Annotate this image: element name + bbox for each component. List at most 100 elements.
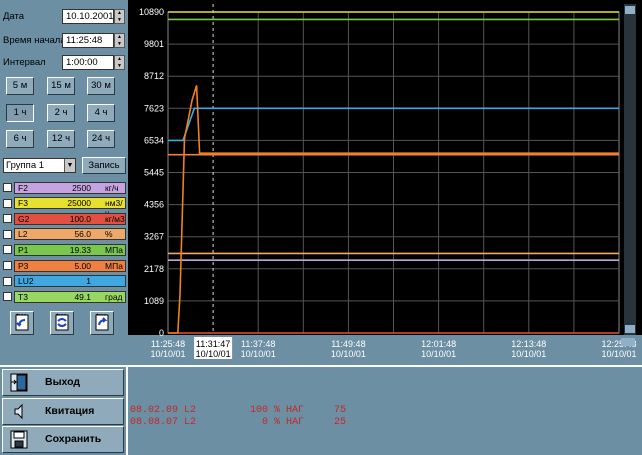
parameter-value: 25000 — [67, 198, 91, 209]
time-scale-button[interactable]: 12 ч — [47, 130, 75, 148]
parameter-checkbox[interactable] — [3, 229, 12, 239]
exit-door-icon — [10, 373, 28, 392]
scrollbar-thumb-top[interactable] — [625, 6, 635, 14]
y-tick-label: 9801 — [144, 39, 164, 49]
parameter-bar[interactable]: F2 2500 кг/ч — [14, 181, 126, 194]
parameter-bar[interactable]: LU2 1 — [14, 275, 126, 288]
x-tick-date: 10/10/01 — [196, 349, 231, 359]
parameter-unit: % — [105, 229, 113, 240]
group-select-value: Группа 1 — [6, 160, 45, 171]
x-tick-date: 10/10/01 — [421, 349, 456, 359]
parameter-row: T3 49.1 град — [3, 290, 126, 303]
x-tick-time: 11:25:48 — [151, 339, 185, 349]
y-tick-label: 10890 — [139, 7, 164, 17]
y-tick-label: 4356 — [144, 200, 164, 210]
page-forward-button[interactable] — [90, 311, 114, 335]
parameter-name: T3 — [18, 291, 28, 302]
time-scale-button[interactable]: 2 ч — [47, 104, 75, 122]
trend-chart: 0 1089 2178 3267 4356 5445 6534 7623 8712 9801 108… — [128, 0, 642, 365]
record-button[interactable]: Запись — [82, 157, 126, 174]
parameter-bar[interactable]: P1 19.33 МПа — [14, 243, 126, 256]
scrollbar-thumb-bottom[interactable] — [625, 325, 635, 333]
y-tick-label: 6534 — [144, 135, 164, 145]
parameter-checkbox[interactable] — [3, 198, 12, 208]
parameter-unit: МПа — [105, 260, 123, 271]
x-tick-time: 11:37:48 — [241, 339, 275, 349]
parameter-unit: МПа — [105, 244, 123, 255]
page-back-icon — [15, 313, 29, 331]
parameter-name: F3 — [18, 198, 28, 209]
parameter-name: L2 — [18, 229, 28, 240]
y-tick-label: 3267 — [144, 232, 164, 242]
parameter-bar[interactable]: F325000нм3/ч — [14, 197, 126, 218]
parameter-bar[interactable]: T3 49.1 град — [14, 290, 126, 303]
parameter-row: L2 56.0% — [3, 228, 126, 241]
parameter-bar[interactable]: P3 5.00 МПа — [14, 259, 126, 272]
parameter-value: 49.1 — [74, 291, 91, 302]
spin-down-icon[interactable]: ▼ — [115, 63, 124, 70]
exit-button[interactable]: Выход — [2, 369, 124, 396]
parameter-checkbox[interactable] — [3, 292, 12, 302]
date-spinner[interactable]: ▲ ▼ — [114, 9, 125, 24]
date-field[interactable]: 10.10.2001 — [62, 9, 114, 24]
y-tick-label: 5445 — [144, 168, 164, 178]
floppy-disk-icon — [10, 430, 28, 449]
parameter-value: 5.00 — [74, 260, 91, 271]
time-scale-button[interactable]: 4 ч — [87, 104, 115, 122]
speaker-icon — [14, 403, 23, 420]
parameter-checkbox[interactable] — [3, 261, 12, 270]
parameter-row: F2 2500 кг/ч — [3, 181, 126, 194]
parameter-checkbox[interactable] — [3, 276, 12, 286]
acknowledge-button[interactable]: Квитация — [2, 398, 124, 425]
alarm-line: 08.02.09 L2 100 % НАГ 75 — [130, 405, 347, 416]
time-scale-button[interactable]: 6 ч — [6, 130, 34, 148]
refresh-button[interactable] — [50, 311, 74, 335]
parameter-value: 19.33 — [69, 244, 91, 255]
y-tick-label: 2178 — [144, 264, 164, 274]
parameter-name: P3 — [18, 260, 29, 271]
time-scale-button[interactable]: 5 м — [6, 77, 34, 95]
parameter-unit: кг/м3 — [105, 213, 125, 224]
time-scale-button[interactable]: 1 ч — [6, 104, 34, 122]
spin-down-icon[interactable]: ▼ — [115, 41, 124, 48]
parameter-checkbox[interactable] — [3, 214, 12, 224]
y-tick-label: 1089 — [144, 296, 164, 306]
control-panel: Дата 10.10.2001 ▲ ▼ Время начала 11:25:48… — [0, 0, 128, 365]
horizontal-slider-thumb[interactable] — [621, 338, 635, 346]
x-tick-date: 10/10/01 — [601, 349, 636, 359]
spin-down-icon[interactable]: ▼ — [115, 17, 124, 24]
parameter-checkbox[interactable] — [3, 245, 12, 255]
bottom-bar: Выход Квитация Сохранить 08.02.09 L2 100… — [0, 365, 642, 455]
parameter-name: F2 — [18, 182, 28, 193]
group-select[interactable]: Группа 1 ▼ — [3, 158, 76, 173]
parameter-unit: кг/ч — [105, 182, 119, 193]
page-back-button[interactable] — [10, 311, 34, 335]
parameter-checkbox[interactable] — [3, 183, 12, 192]
parameter-bar[interactable]: G2 100.0 кг/м3 — [14, 212, 126, 225]
interval-spinner[interactable]: ▲ ▼ — [114, 55, 125, 70]
time-scale-button[interactable]: 24 ч — [87, 130, 115, 148]
x-tick-date: 10/10/01 — [511, 349, 546, 359]
time-scale-button[interactable]: 30 м — [87, 77, 115, 95]
parameter-row: G2 100.0 кг/м3 — [3, 212, 126, 225]
parameter-name: LU2 — [18, 276, 34, 287]
refresh-icon — [55, 313, 69, 331]
parameter-unit: град — [105, 291, 123, 302]
date-label: Дата — [3, 10, 25, 22]
parameter-value: 2500 — [72, 182, 91, 193]
save-label: Сохранить — [45, 433, 102, 445]
parameter-row: F325000нм3/ч — [3, 197, 126, 218]
x-tick-date: 10/10/01 — [241, 349, 276, 359]
parameter-row: LU2 1 — [3, 275, 126, 288]
interval-field[interactable]: 1:00:00 — [62, 55, 114, 70]
parameter-bar[interactable]: L2 56.0% — [14, 228, 126, 241]
interval-label: Интервал — [3, 56, 46, 68]
time-scale-button[interactable]: 15 м — [47, 77, 75, 95]
vertical-scrollbar-track — [624, 4, 636, 335]
start-time-field[interactable]: 11:25:48 — [62, 33, 114, 48]
parameter-name: P1 — [18, 244, 29, 255]
save-button[interactable]: Сохранить — [2, 426, 124, 453]
parameter-row: P3 5.00 МПа — [3, 259, 126, 272]
chevron-down-icon[interactable]: ▼ — [64, 159, 75, 172]
start-time-spinner[interactable]: ▲ ▼ — [114, 33, 125, 48]
